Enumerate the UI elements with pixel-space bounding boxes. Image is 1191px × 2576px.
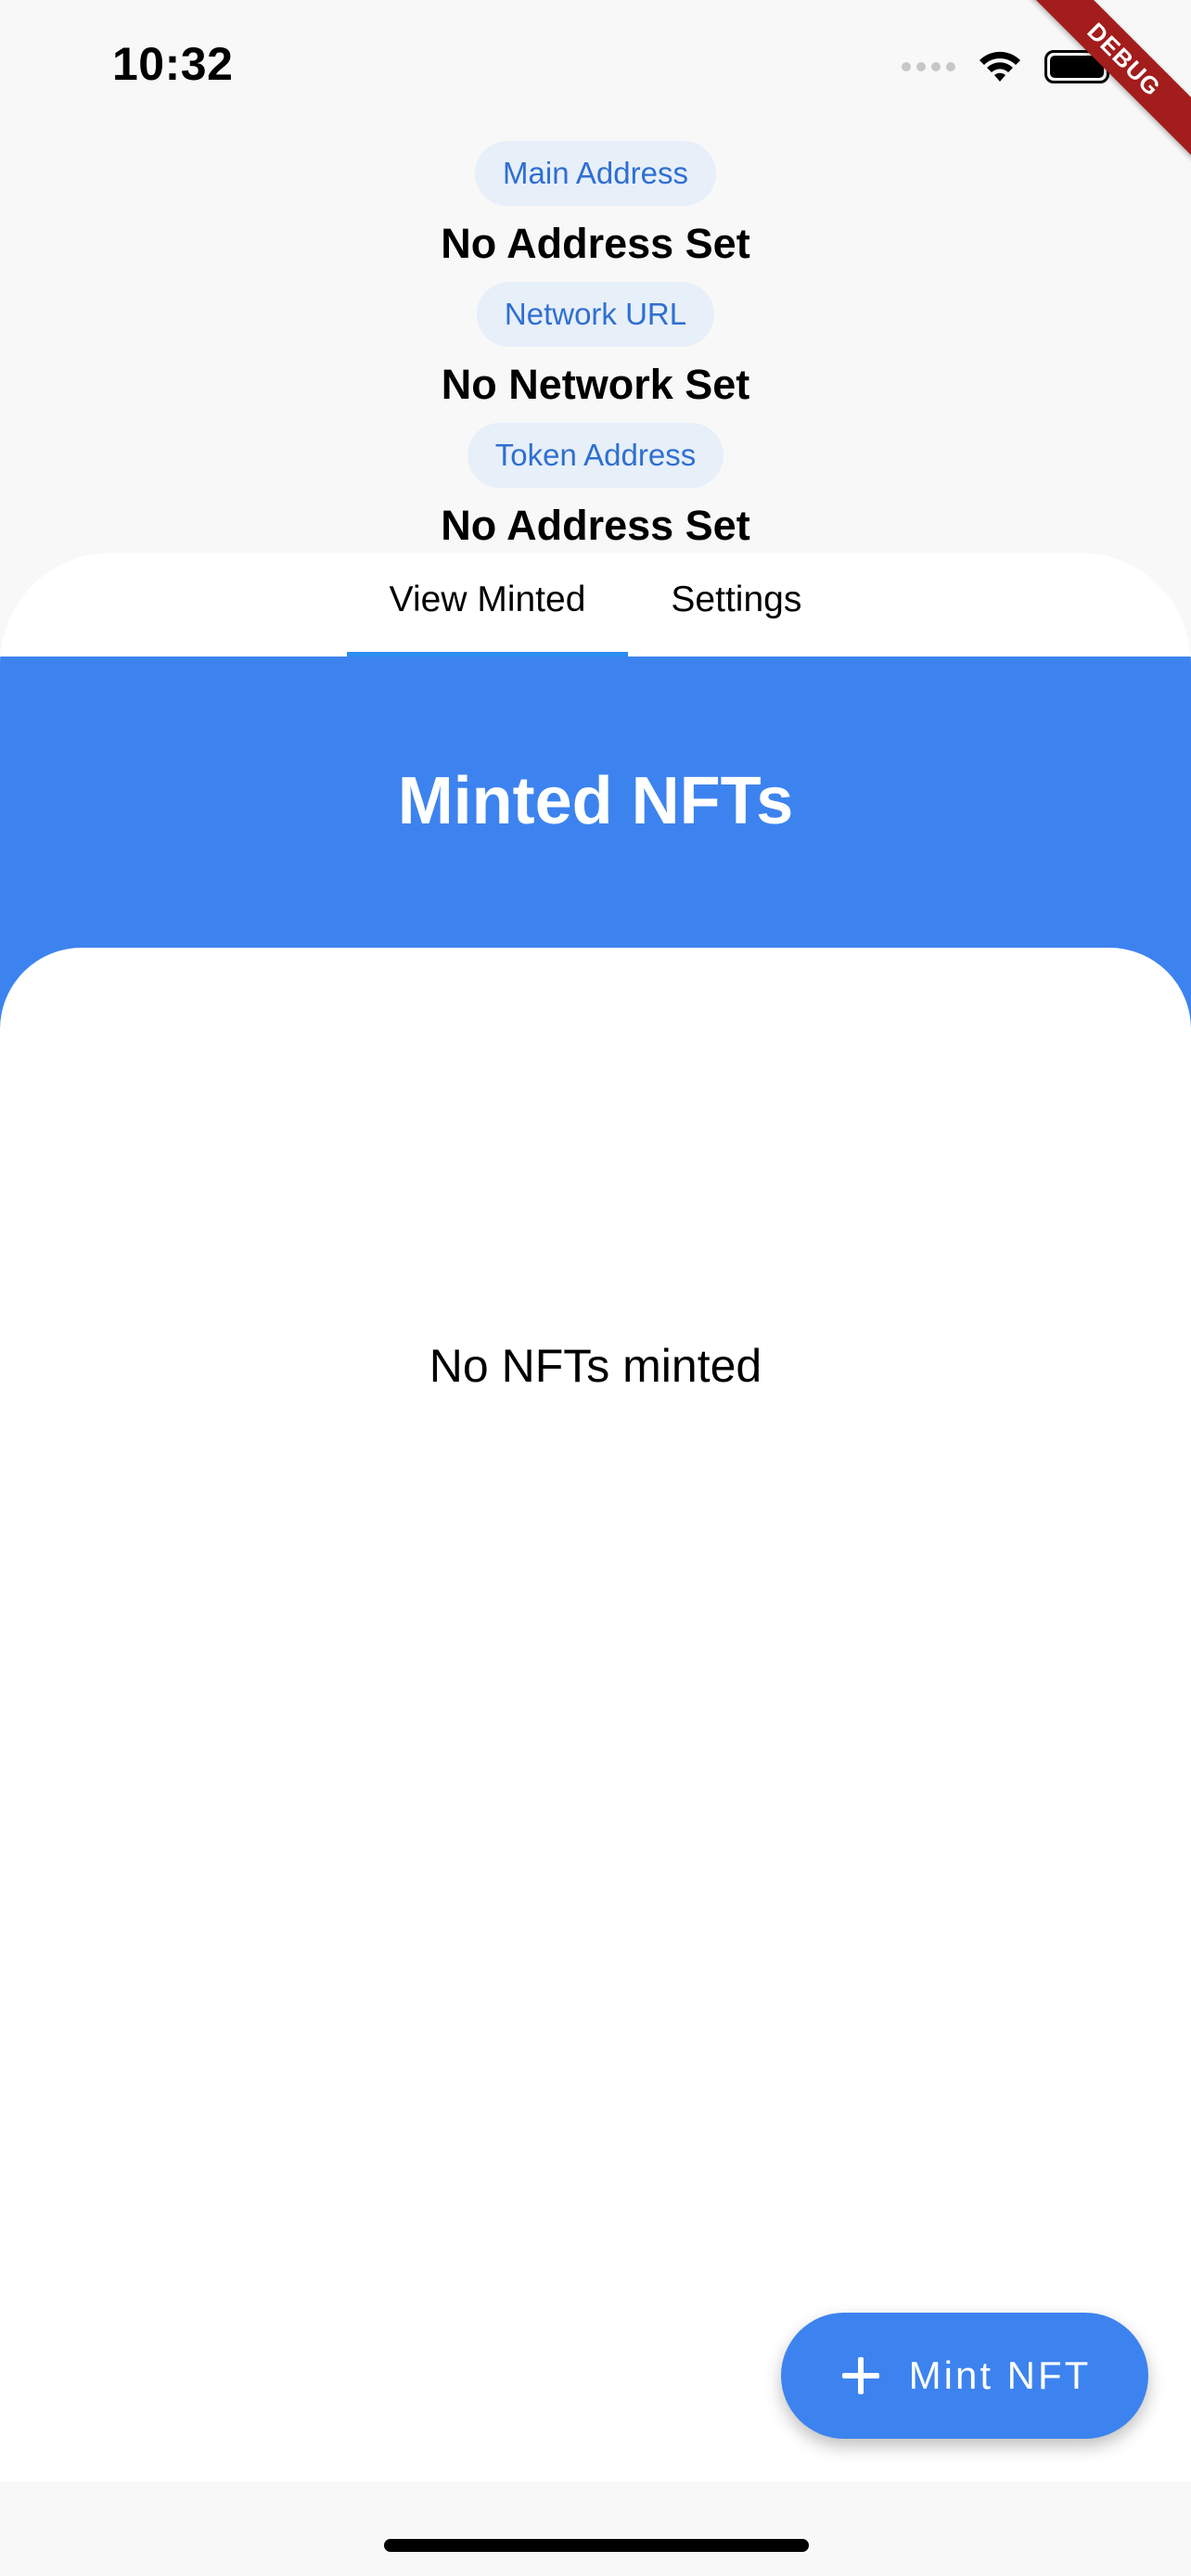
status-time: 10:32 <box>112 38 234 90</box>
wallet-info: Main Address No Address Set Network URL … <box>0 141 1191 564</box>
mint-nft-label: Mint NFT <box>908 2353 1092 2397</box>
main-card: View Minted Settings Minted NFTs No NFTs… <box>0 553 1191 2481</box>
app-screen: 10:32 DEBUG Main Address No Address Set … <box>0 0 1191 2576</box>
wifi-icon <box>980 51 1020 82</box>
nft-list-panel: No NFTs minted <box>0 948 1191 2481</box>
main-address-value: No Address Set <box>441 220 750 267</box>
network-url-value: No Network Set <box>441 361 750 408</box>
tab-view-minted[interactable]: View Minted <box>346 553 629 657</box>
plus-icon <box>841 2357 879 2394</box>
bottom-safe-area <box>0 2481 1191 2576</box>
mint-nft-button[interactable]: Mint NFT <box>781 2313 1148 2439</box>
tab-settings[interactable]: Settings <box>628 553 844 657</box>
status-icons <box>902 45 1115 89</box>
network-url-chip[interactable]: Network URL <box>476 282 715 347</box>
main-address-chip[interactable]: Main Address <box>475 141 716 206</box>
home-indicator[interactable] <box>384 2539 809 2552</box>
page-title: Minted NFTs <box>397 764 794 838</box>
empty-state-message: No NFTs minted <box>429 1340 762 1392</box>
token-address-chip[interactable]: Token Address <box>467 423 724 488</box>
cellular-signal-icon <box>902 62 955 71</box>
tab-bar: View Minted Settings <box>0 553 1191 657</box>
